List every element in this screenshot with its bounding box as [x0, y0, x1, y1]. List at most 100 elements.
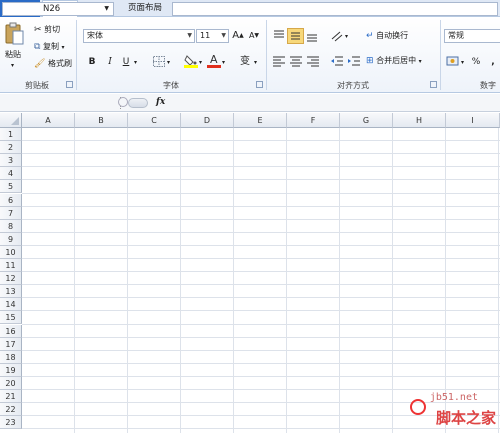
merge-center-button[interactable]: ⊞ 合并后居中 ▾	[366, 56, 422, 67]
row-header-19[interactable]: 19	[0, 363, 22, 377]
align-bottom-button[interactable]	[305, 29, 319, 43]
row-header-3[interactable]: 3	[0, 154, 22, 168]
accounting-dropdown-icon[interactable]: ▾	[461, 58, 464, 68]
number-format-combo[interactable]: 常规	[444, 29, 500, 43]
fill-color-button[interactable]	[184, 54, 198, 68]
worksheet-grid[interactable]: ABCDEFGHI 1 2 3 4 5 6 7 8 9 10 11 12 13 14 15 16 17 18 19 2…	[0, 113, 500, 433]
align-top-button[interactable]	[272, 29, 286, 43]
row-header-5[interactable]: 5	[0, 180, 22, 194]
column-header-c[interactable]: C	[128, 113, 181, 128]
watermark-site: jb51.net	[429, 392, 478, 403]
align-right-button[interactable]	[306, 55, 320, 67]
grid-column-line	[339, 128, 340, 433]
insert-function-button[interactable]: fx	[156, 97, 165, 107]
font-name-combo[interactable]: 宋体 ▼	[83, 29, 195, 43]
clipboard-launcher-icon[interactable]	[66, 81, 73, 88]
grid-column-line	[286, 128, 287, 433]
comma-style-button[interactable]: ,	[488, 55, 498, 69]
alignment-launcher-icon[interactable]	[430, 81, 437, 88]
select-all-corner[interactable]	[0, 113, 22, 128]
column-header-e[interactable]: E	[234, 113, 287, 128]
chevron-down-icon: ▼	[104, 5, 109, 12]
row-header-16[interactable]: 16	[0, 324, 22, 338]
column-header-i[interactable]: I	[446, 113, 500, 128]
grid-row-line	[22, 140, 500, 142]
decrease-indent-button[interactable]	[330, 55, 344, 67]
row-header-2[interactable]: 2	[0, 141, 22, 155]
column-header-d[interactable]: D	[181, 113, 234, 128]
font-color-dropdown-icon[interactable]: ▾	[222, 58, 225, 68]
font-launcher-icon[interactable]	[256, 81, 263, 88]
orientation-button[interactable]	[330, 29, 344, 43]
row-header-9[interactable]: 9	[0, 232, 22, 246]
row-header-14[interactable]: 14	[0, 298, 22, 312]
underline-dropdown-icon[interactable]: ▾	[134, 58, 137, 68]
font-color-button[interactable]: A	[207, 53, 221, 68]
row-header-10[interactable]: 10	[0, 245, 22, 259]
row-header-23[interactable]: 23	[0, 416, 22, 430]
phonetic-dropdown-icon[interactable]: ▾	[254, 58, 257, 68]
borders-button[interactable]	[153, 56, 165, 67]
accounting-format-button[interactable]	[446, 55, 460, 67]
scissors-icon: ✂	[34, 25, 42, 35]
fill-color-dropdown-icon[interactable]: ▾	[199, 58, 202, 68]
percent-button[interactable]: %	[470, 55, 482, 69]
row-header-22[interactable]: 22	[0, 403, 22, 417]
tab-page-layout[interactable]: 页面布局	[120, 0, 170, 17]
row-header-1[interactable]: 1	[0, 128, 22, 142]
column-header-f[interactable]: F	[287, 113, 340, 128]
row-header-6[interactable]: 6	[0, 193, 22, 207]
underline-button[interactable]: U	[120, 55, 132, 69]
grid-row-line	[22, 205, 500, 207]
grid-row-line	[22, 271, 500, 273]
grid-row-line	[22, 231, 500, 233]
row-header-20[interactable]: 20	[0, 376, 22, 390]
row-header-12[interactable]: 12	[0, 272, 22, 286]
orientation-dropdown-icon[interactable]: ▾	[345, 32, 348, 42]
alignment-group-label: 对齐方式	[337, 81, 369, 90]
grid-column-line	[498, 128, 499, 433]
row-header-8[interactable]: 8	[0, 219, 22, 233]
grid-column-line	[392, 128, 393, 433]
grid-row-line	[22, 428, 500, 430]
shrink-font-button[interactable]: A▼	[248, 29, 260, 43]
copy-button[interactable]: ⧉ 复制 ▾	[34, 42, 65, 53]
font-size-value: 11	[200, 31, 211, 40]
copy-icon: ⧉	[34, 42, 41, 52]
align-center-button[interactable]	[289, 55, 303, 67]
align-middle-button[interactable]	[287, 28, 304, 44]
column-header-a[interactable]: A	[22, 113, 75, 128]
row-header-15[interactable]: 15	[0, 311, 22, 325]
row-header-7[interactable]: 7	[0, 206, 22, 220]
row-header-13[interactable]: 13	[0, 285, 22, 299]
increase-indent-button[interactable]	[347, 55, 361, 67]
grow-font-button[interactable]: A▲	[232, 29, 244, 43]
formula-input[interactable]	[172, 2, 498, 16]
font-size-combo[interactable]: 11 ▼	[196, 29, 229, 43]
paste-button[interactable]	[4, 22, 24, 46]
row-header-21[interactable]: 21	[0, 390, 22, 404]
name-box[interactable]: N26 ▼	[2, 2, 114, 16]
grid-row-line	[22, 297, 500, 299]
bold-button[interactable]: B	[86, 55, 98, 69]
column-header-b[interactable]: B	[75, 113, 128, 128]
font-name-value: 宋体	[87, 31, 103, 40]
phonetic-button[interactable]: 变	[238, 55, 252, 69]
row-header-18[interactable]: 18	[0, 350, 22, 364]
select-all-icon	[11, 117, 19, 125]
align-left-button[interactable]	[272, 55, 286, 67]
paste-dropdown-icon[interactable]: ▾	[11, 61, 14, 71]
cut-button[interactable]: ✂ 剪切	[34, 25, 60, 35]
italic-button[interactable]: I	[104, 55, 116, 69]
column-header-g[interactable]: G	[340, 113, 393, 128]
wrap-text-icon: ↵	[366, 31, 374, 41]
row-header-4[interactable]: 4	[0, 167, 22, 181]
formula-bar	[0, 94, 500, 112]
number-group-label: 数字	[480, 81, 496, 90]
column-header-h[interactable]: H	[393, 113, 446, 128]
row-header-11[interactable]: 11	[0, 259, 22, 273]
borders-dropdown-icon[interactable]: ▾	[167, 58, 170, 68]
format-painter-button[interactable]: 🖌 格式刷	[34, 59, 72, 69]
row-header-17[interactable]: 17	[0, 337, 22, 351]
wrap-text-button[interactable]: ↵ 自动换行	[366, 31, 408, 41]
